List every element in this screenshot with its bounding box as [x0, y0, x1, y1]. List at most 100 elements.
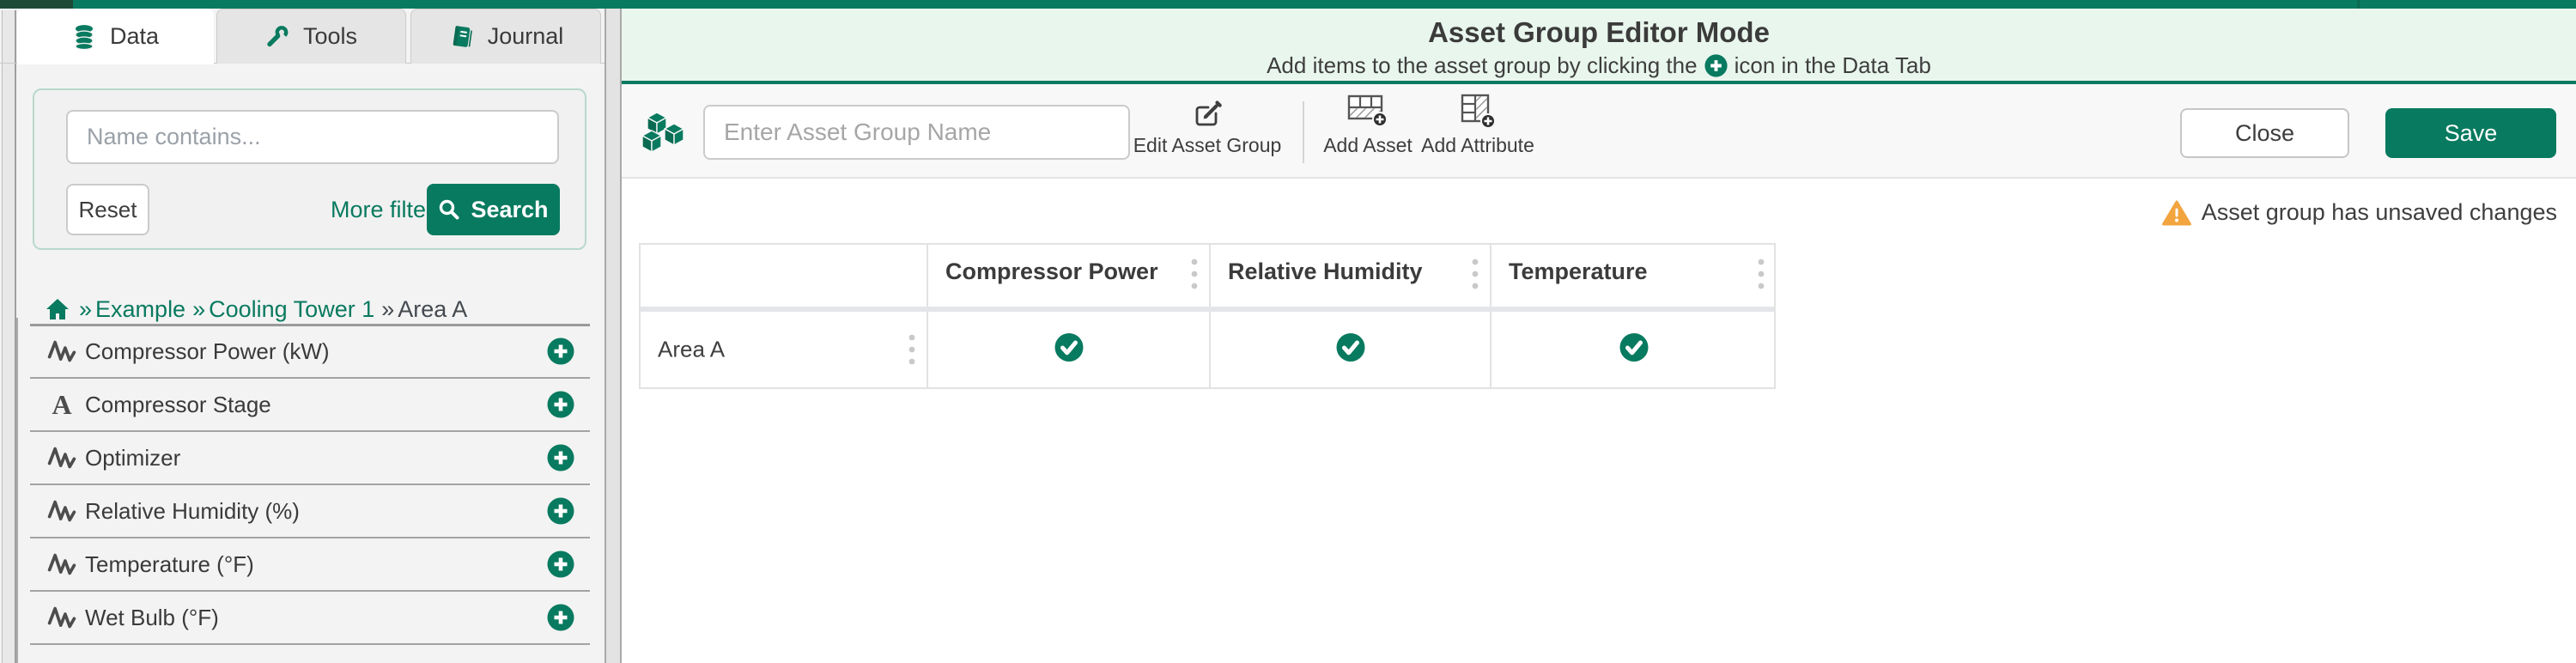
list-item[interactable]: A Compressor Stage: [30, 379, 590, 430]
plus-circle-icon: [547, 444, 574, 471]
list-item[interactable]: Temperature (°F): [30, 538, 590, 590]
search-button-label: Search: [471, 197, 548, 223]
tab-data[interactable]: Data: [17, 9, 214, 64]
row-menu-icon[interactable]: [908, 332, 916, 367]
top-chrome-dark-segment: [0, 0, 73, 9]
signal-icon: [47, 497, 76, 525]
sidebar-tab-bar: Data Tools: [0, 9, 605, 64]
breadcrumb-separator: »: [79, 296, 92, 323]
asset-group-toolbar: Edit Asset Group: [622, 84, 2576, 179]
reset-button[interactable]: Reset: [66, 184, 149, 235]
row-name: Area A: [658, 337, 725, 363]
plus-circle-icon: [547, 497, 574, 525]
list-divider: [30, 643, 590, 645]
plus-circle-icon: [547, 604, 574, 631]
check-circle-icon: [1054, 333, 1084, 362]
asset-group-name-input[interactable]: [703, 105, 1130, 160]
tab-journal-label: Journal: [488, 23, 564, 50]
add-asset-label: Add Asset: [1323, 134, 1413, 157]
asset-group-icon: [641, 112, 685, 155]
check-circle-icon: [1619, 333, 1649, 362]
table-row: Area A: [641, 312, 1774, 387]
signal-icon: [47, 444, 76, 471]
sidebar-splitter[interactable]: [605, 9, 622, 663]
breadcrumb: » Example » Cooling Tower 1 » Area A: [45, 292, 467, 326]
column-menu-icon[interactable]: [1190, 257, 1199, 291]
add-asset-button[interactable]: Add Asset: [1321, 93, 1415, 172]
table-header-row: Compressor Power Relative Humidity Tempe…: [641, 245, 1774, 312]
add-attribute-label: Add Attribute: [1421, 134, 1534, 157]
column-menu-icon[interactable]: [1757, 257, 1765, 291]
tab-tools-label: Tools: [303, 23, 357, 50]
add-to-asset-group-button[interactable]: [547, 391, 574, 418]
search-input[interactable]: [66, 110, 559, 164]
plus-circle-icon: [547, 391, 574, 418]
list-item[interactable]: Compressor Power (kW): [30, 325, 590, 377]
banner-subtitle-before: Add items to the asset group by clicking…: [1267, 52, 1698, 79]
add-asset-icon: [1346, 93, 1389, 129]
search-panel: Reset More filters Search: [33, 88, 586, 250]
attribute-cell-temperature[interactable]: [1490, 312, 1776, 387]
add-to-asset-group-button[interactable]: [547, 550, 574, 578]
asset-group-editor-screen: Data Tools: [0, 0, 2576, 663]
breadcrumb-link-cooling-tower-1[interactable]: Cooling Tower 1: [209, 296, 374, 323]
tab-data-label: Data: [110, 23, 159, 50]
table-header-label: Temperature: [1509, 259, 1648, 285]
table-header-label: Relative Humidity: [1228, 259, 1423, 285]
list-item[interactable]: Optimizer: [30, 432, 590, 484]
sidebar-scrollbar[interactable]: [2, 10, 16, 663]
signal-icon: [47, 338, 76, 365]
row-name-cell: Area A: [641, 312, 927, 387]
list-item-label: Compressor Stage: [85, 392, 271, 418]
warning-icon: [2162, 200, 2191, 226]
editor-mode-banner: Asset Group Editor Mode Add items to the…: [622, 9, 2576, 84]
signal-icon: [47, 550, 76, 578]
plus-circle-icon: [547, 550, 574, 578]
home-icon[interactable]: [45, 297, 70, 321]
table-header-temperature: Temperature: [1490, 245, 1776, 307]
search-button[interactable]: Search: [427, 184, 560, 235]
list-item-label: Optimizer: [85, 445, 180, 471]
banner-subtitle: Add items to the asset group by clicking…: [622, 52, 2576, 79]
sidebar: Data Tools: [0, 9, 605, 663]
list-item[interactable]: Relative Humidity (%): [30, 485, 590, 537]
add-attribute-icon: [1458, 93, 1498, 129]
breadcrumb-separator: »: [381, 296, 394, 323]
signal-icon: [47, 604, 76, 631]
plus-circle-icon: [1704, 54, 1728, 77]
close-button[interactable]: Close: [2180, 108, 2349, 158]
string-signal-icon: A: [47, 391, 76, 418]
edit-pencil-square-icon: [1192, 98, 1223, 129]
plus-circle-icon: [547, 338, 574, 365]
top-chrome-bar: [0, 0, 2576, 9]
add-to-asset-group-button[interactable]: [547, 444, 574, 471]
add-to-asset-group-button[interactable]: [547, 338, 574, 365]
breadcrumb-current: Area A: [398, 296, 467, 323]
tab-journal[interactable]: Journal: [410, 9, 601, 64]
add-attribute-button[interactable]: Add Attribute: [1422, 93, 1534, 172]
unsaved-changes-text: Asset group has unsaved changes: [2202, 199, 2557, 226]
column-menu-icon[interactable]: [1471, 257, 1479, 291]
journal-icon: [448, 24, 474, 50]
breadcrumb-link-example[interactable]: Example: [95, 296, 185, 323]
attribute-cell-compressor-power[interactable]: [927, 312, 1209, 387]
add-to-asset-group-button[interactable]: [547, 604, 574, 631]
list-item[interactable]: Wet Bulb (°F): [30, 592, 590, 643]
check-circle-icon: [1336, 333, 1365, 362]
top-chrome-divider: [2357, 0, 2360, 9]
asset-group-editor-main: Asset Group Editor Mode Add items to the…: [622, 9, 2576, 663]
banner-title: Asset Group Editor Mode: [622, 9, 2576, 49]
table-header-relative-humidity: Relative Humidity: [1209, 245, 1490, 307]
tab-tools[interactable]: Tools: [216, 9, 406, 64]
wrench-icon: [265, 25, 289, 49]
banner-subtitle-after: icon in the Data Tab: [1735, 52, 1931, 79]
list-item-label: Compressor Power (kW): [85, 338, 330, 365]
table-header-label: Compressor Power: [945, 259, 1158, 285]
search-icon: [438, 198, 460, 221]
add-to-asset-group-button[interactable]: [547, 497, 574, 525]
attribute-cell-relative-humidity[interactable]: [1209, 312, 1490, 387]
save-button[interactable]: Save: [2385, 108, 2556, 158]
edit-asset-group-label: Edit Asset Group: [1133, 134, 1282, 157]
asset-group-table: Compressor Power Relative Humidity Tempe…: [639, 243, 1776, 389]
edit-asset-group-button[interactable]: Edit Asset Group: [1139, 93, 1276, 172]
